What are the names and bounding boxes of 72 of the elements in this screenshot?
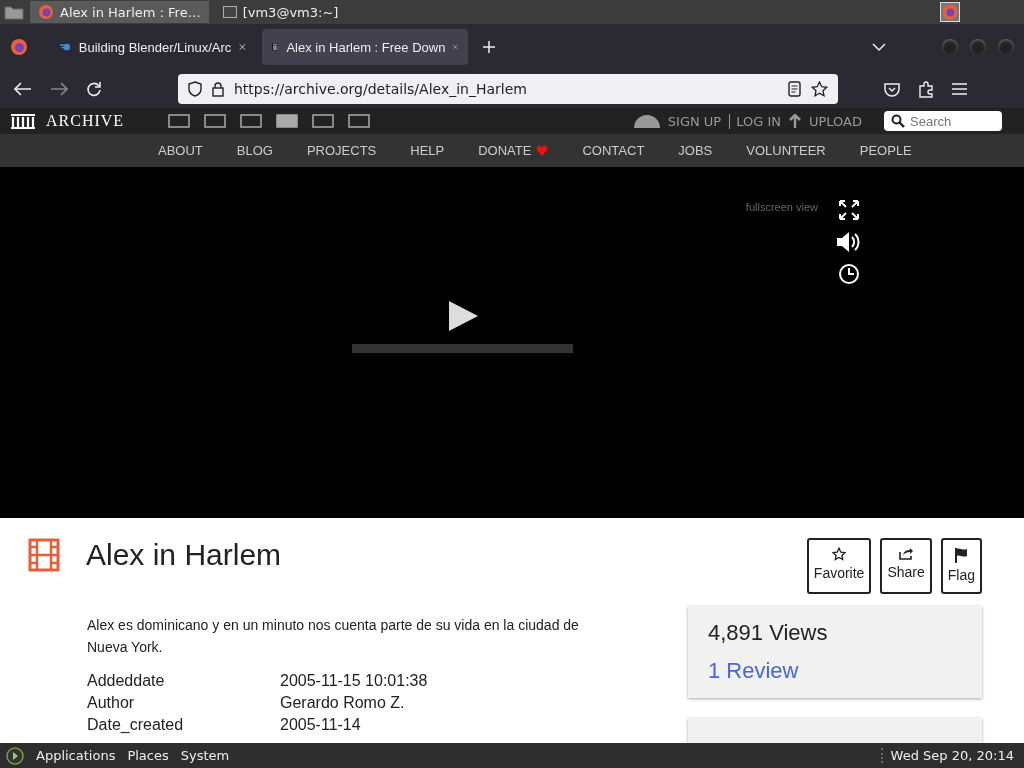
- square-icon[interactable]: [168, 114, 191, 128]
- user-icon[interactable]: [633, 114, 660, 128]
- browser-tab[interactable]: Building Blender/Linux/Arc: [50, 29, 256, 65]
- close-icon[interactable]: [453, 42, 458, 52]
- views-count: 4,891 Views: [708, 620, 829, 646]
- star-icon: [832, 547, 847, 561]
- log-in-link[interactable]: LOG IN: [729, 113, 781, 129]
- nav-link[interactable]: DONATE: [478, 143, 532, 158]
- upload-link[interactable]: UPLOAD: [808, 113, 862, 129]
- logo-text[interactable]: ARCHIVE: [46, 112, 125, 130]
- volume-icon[interactable]: [836, 231, 862, 253]
- lock-icon: [212, 81, 224, 97]
- play-icon[interactable]: [6, 746, 24, 765]
- taskbar-menu[interactable]: Applications: [36, 748, 116, 763]
- shield-icon: [188, 81, 202, 97]
- reader-view-icon[interactable]: [788, 81, 801, 97]
- nav-link[interactable]: VOLUNTEER: [746, 143, 826, 158]
- metadata-value: 2005-11-14: [280, 715, 362, 735]
- folder-icon[interactable]: [4, 4, 24, 20]
- new-tab-icon[interactable]: [482, 40, 496, 54]
- metadata-key: Date_created: [87, 714, 280, 736]
- firefox-icon: [38, 4, 54, 20]
- metadata-key: Author: [87, 692, 280, 714]
- upload-icon[interactable]: [788, 114, 801, 128]
- pocket-icon[interactable]: [884, 81, 900, 97]
- nav-link[interactable]: CONTACT: [582, 143, 645, 158]
- action-button[interactable]: Favorite: [806, 538, 872, 594]
- close-icon[interactable]: [239, 42, 246, 52]
- reviews-link[interactable]: 1 Review: [708, 658, 962, 684]
- chevron-down-icon[interactable]: [872, 42, 886, 52]
- star-icon[interactable]: [811, 81, 828, 97]
- forward-icon[interactable]: [50, 82, 68, 96]
- video-player[interactable]: fullscreen view: [0, 167, 1024, 518]
- item-title: Alex in Harlem: [86, 538, 282, 572]
- square-icon[interactable]: [312, 114, 335, 128]
- description-text: Alex es dominicano y en un minuto nos cuenta parte de su vida en la ciudad de Nueva York.: [87, 616, 580, 657]
- nav-link[interactable]: HELP: [410, 143, 445, 158]
- flag-icon: [954, 547, 969, 563]
- fullscreen-icon[interactable]: [838, 199, 860, 221]
- taskbar-menu[interactable]: Places: [127, 748, 169, 763]
- sign-up-link[interactable]: SIGN UP: [667, 113, 722, 129]
- metadata-value: 2005-11-15 10:01:38: [280, 671, 429, 691]
- building-icon[interactable]: [10, 113, 36, 129]
- fullscreen-label: fullscreen view: [745, 201, 818, 213]
- search-field[interactable]: Search: [884, 111, 1002, 131]
- browser-tab[interactable]: Alex in Harlem : Free Down: [262, 29, 468, 65]
- window-button[interactable]: [vm3@vm3:~]: [214, 1, 347, 23]
- nav-link[interactable]: PEOPLE: [859, 143, 912, 158]
- metadata-key: Addeddate: [87, 670, 280, 692]
- clock-text: Wed Sep 20, 20:14: [880, 748, 1014, 763]
- clock-icon[interactable]: [838, 263, 860, 285]
- metadata-value: Gerardo Romo Z.: [280, 693, 406, 713]
- play-icon[interactable]: [446, 300, 479, 332]
- firefox-icon[interactable]: [10, 38, 28, 56]
- action-button[interactable]: Share: [880, 538, 932, 594]
- nav-link[interactable]: BLOG: [236, 143, 273, 158]
- back-icon[interactable]: [14, 82, 32, 96]
- nav-link[interactable]: PROJECTS: [306, 143, 377, 158]
- nav-link[interactable]: ABOUT: [158, 143, 203, 158]
- search-icon: [891, 114, 905, 128]
- action-button[interactable]: Flag: [940, 538, 982, 594]
- taskbar-menu[interactable]: System: [180, 748, 230, 763]
- window-button[interactable]: Alex in Harlem : Fre…: [30, 1, 209, 23]
- url-text: https://archive.org/details/Alex_in_Harlem: [234, 81, 527, 97]
- share-icon: [898, 547, 914, 560]
- nav-link[interactable]: JOBS: [678, 143, 713, 158]
- menu-icon[interactable]: [952, 83, 967, 95]
- reload-icon[interactable]: [86, 81, 102, 97]
- terminal-icon: [222, 6, 237, 18]
- address-bar[interactable]: https://archive.org/details/Alex_in_Harlem: [178, 74, 838, 104]
- firefox-icon[interactable]: [940, 2, 960, 22]
- puzzle-icon[interactable]: [918, 80, 934, 98]
